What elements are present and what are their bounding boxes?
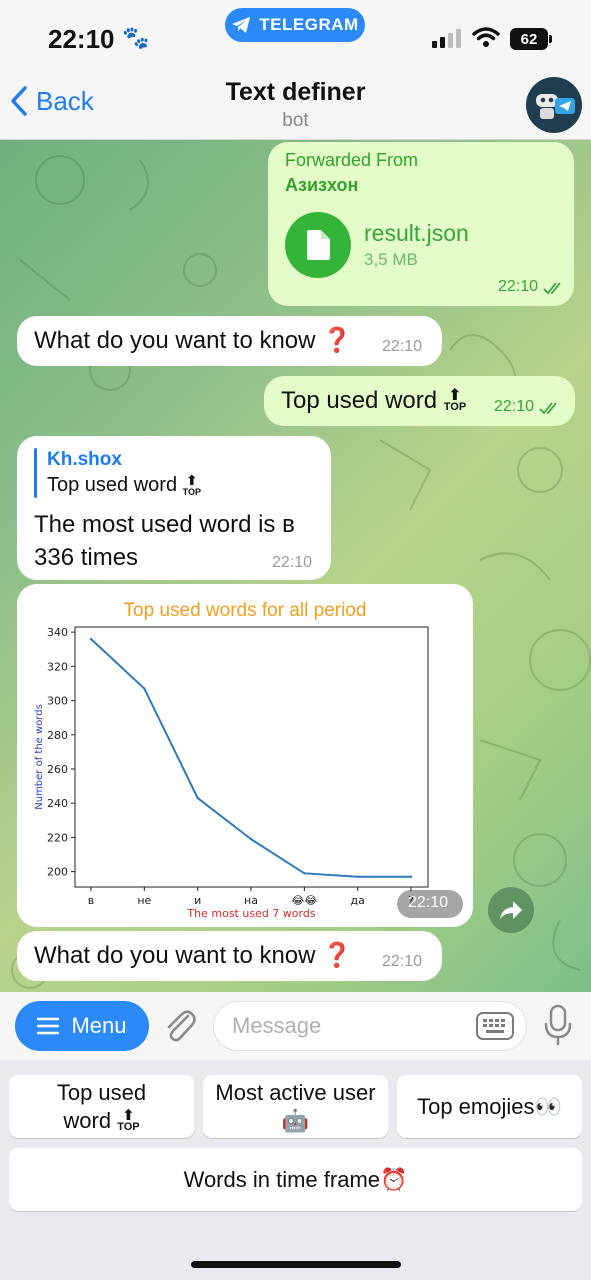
x-tick-label: не	[137, 894, 151, 907]
chat-header: Back Text definer bot	[0, 75, 591, 140]
y-tick-label: 340	[47, 626, 68, 639]
bot-answer-message[interactable]: Kh.shox Top used word ⬆ TOP The most used…	[17, 436, 331, 580]
y-tick-label: 320	[47, 660, 68, 673]
composer-bar: Menu	[0, 992, 591, 1060]
top-arrow-emoji: ⬆ TOP	[443, 387, 467, 414]
message-text: What do you want to know ❓	[34, 327, 353, 354]
bot-reply-keyboard: Top used word ⬆ TOP Most active user 🤖 To…	[0, 1060, 591, 1280]
message-time: 22:10	[498, 278, 539, 295]
alarm-clock-emoji: ⏰	[380, 1166, 408, 1192]
button-label: Words in time frame	[183, 1166, 380, 1192]
answer-line-2: 336 times	[34, 544, 139, 571]
chat-title[interactable]: Text definer	[0, 78, 591, 107]
cellular-signal-icon	[432, 29, 461, 48]
double-check-icon	[539, 402, 557, 415]
microphone-icon[interactable]	[543, 1004, 573, 1046]
battery-indicator: 62	[510, 28, 548, 50]
top-arrow-emoji: ⬆ TOP	[117, 1107, 140, 1134]
battery-tip	[549, 35, 552, 43]
question-mark-emoji: ❓	[322, 327, 353, 354]
file-size: 3,5 MB	[364, 250, 418, 269]
message-time: 22:10	[494, 398, 535, 415]
home-indicator	[191, 1261, 401, 1268]
data-point	[89, 637, 93, 641]
message-time: 22:10	[382, 338, 423, 355]
plot-frame	[74, 626, 429, 888]
button-label: Top used	[56, 1079, 147, 1105]
quote-author[interactable]: Kh.shox	[47, 449, 122, 471]
message-time: 22:10	[408, 894, 449, 911]
top-emojies-button[interactable]: Top emojies 👀	[397, 1075, 582, 1138]
forwarded-file-message[interactable]: Forwarded From Азизхон result.json 3,5 M…	[268, 142, 574, 306]
data-point	[303, 872, 306, 875]
y-tick-label: 260	[47, 763, 68, 776]
robot-emoji: 🤖	[281, 1107, 310, 1133]
button-label: Most active user	[215, 1079, 376, 1105]
message-text: What do you want to know ❓	[34, 942, 353, 969]
words-in-time-frame-button[interactable]: Words in time frame ⏰	[9, 1148, 582, 1211]
x-tick-label: на	[244, 894, 258, 907]
telegram-pill[interactable]: TELEGRAM	[225, 8, 365, 42]
data-point	[196, 796, 199, 800]
y-tick-label: 220	[47, 831, 68, 844]
y-tick-label: 280	[47, 729, 68, 742]
double-check-icon	[543, 282, 561, 295]
file-download-button[interactable]	[285, 212, 351, 278]
x-axis-label: The most used 7 words	[186, 907, 315, 920]
forward-arrow-icon	[500, 901, 522, 919]
button-label: Top emojies	[417, 1093, 535, 1119]
x-tick-label: в	[88, 894, 94, 907]
status-time: 22:10	[48, 24, 115, 54]
x-tick-label: и	[194, 894, 201, 907]
y-axis-label: Number of the words	[34, 704, 45, 810]
chat-area[interactable]: Forwarded From Азизхон result.json 3,5 M…	[0, 140, 591, 992]
quote-text[interactable]: Top used word ⬆ TOP	[47, 471, 201, 497]
message-time: 22:10	[272, 554, 313, 571]
forwarded-from-name[interactable]: Азизхон	[285, 175, 358, 196]
bot-question-message[interactable]: What do you want to know ❓ 22:10	[17, 931, 442, 981]
bot-keyboard-icon[interactable]	[476, 1012, 514, 1040]
y-tick-label: 240	[47, 797, 68, 810]
series-line	[90, 638, 411, 878]
file-icon	[307, 230, 330, 260]
data-point	[409, 875, 413, 878]
answer-line-1: The most used word is в	[34, 511, 295, 538]
robot-avatar-icon	[536, 94, 575, 119]
bot-question-message[interactable]: What do you want to know ❓ 22:10	[17, 316, 442, 366]
eyes-emoji: 👀	[534, 1093, 562, 1119]
wifi-icon	[472, 27, 500, 47]
top-arrow-emoji: ⬆ TOP	[182, 471, 201, 497]
file-name: result.json	[364, 220, 469, 246]
quote-bar	[34, 448, 37, 498]
bot-avatar[interactable]	[526, 77, 582, 133]
chart-image-message[interactable]: Top used words for all period 200 220 240 2…	[17, 584, 473, 927]
chat-subtitle: bot	[282, 110, 309, 131]
hamburger-icon	[37, 1017, 60, 1035]
forwarded-from-label: Forwarded From	[285, 150, 419, 170]
telegram-plane-icon	[232, 17, 251, 33]
paw-icon: 🐾	[122, 25, 150, 50]
image-time-badge: 22:10	[397, 890, 463, 918]
question-mark-emoji: ❓	[322, 942, 353, 969]
line-chart: 200220240260280300320340в не и на 😂😂 да ?The m…	[34, 626, 429, 920]
data-point	[143, 687, 146, 690]
data-point	[249, 837, 253, 841]
y-tick-label: 300	[47, 695, 68, 708]
telegram-pill-label: TELEGRAM	[259, 15, 359, 34]
x-tick-label: да	[350, 894, 364, 907]
message-time: 22:10	[382, 953, 423, 970]
share-button[interactable]	[488, 887, 534, 933]
most-active-user-button[interactable]: Most active user 🤖	[203, 1075, 388, 1138]
x-tick-label: 😂😂	[291, 894, 317, 907]
user-reply-message[interactable]: Top used word ⬆ TOP 22:10	[264, 376, 575, 426]
attach-paperclip-icon[interactable]	[162, 1006, 198, 1046]
y-tick-label: 200	[47, 866, 68, 879]
menu-label: Menu	[71, 1013, 127, 1038]
message-text: Top used word ⬆ TOP	[281, 387, 467, 414]
status-bar: 22:10 🐾 TELEGRAM 62	[0, 0, 591, 75]
menu-button[interactable]: Menu	[15, 1001, 149, 1051]
data-point	[356, 875, 359, 878]
top-used-word-button[interactable]: Top used word ⬆ TOP	[9, 1075, 194, 1138]
